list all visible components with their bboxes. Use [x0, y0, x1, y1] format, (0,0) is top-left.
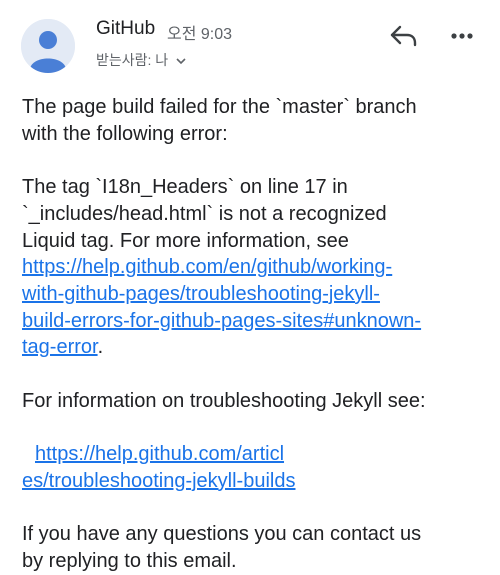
troubleshooting-link[interactable]: es/troubleshooting-jekyll-builds	[22, 470, 295, 492]
more-horizontal-icon	[451, 33, 473, 39]
error-docs-link[interactable]: build-errors-for-github-pages-sites#unkn…	[22, 310, 421, 332]
body-line: The page build failed for the `master` b…	[22, 96, 417, 118]
recipient-toggle[interactable]: 받는사람: 나	[96, 50, 186, 70]
sender-name[interactable]: GitHub	[96, 18, 155, 40]
body-line: with the following error:	[22, 122, 228, 145]
email-header: GitHub 오전 9:03 받는사람: 나	[0, 0, 500, 80]
person-avatar-icon	[21, 19, 75, 73]
reply-arrow-icon	[390, 25, 417, 47]
body-line: For information on troubleshooting Jekyl…	[22, 389, 426, 412]
body-line: If you have any questions you can contac…	[22, 523, 422, 546]
recipient-label: 받는사람: 나	[96, 52, 169, 68]
email-time: 오전 9:03	[167, 26, 233, 43]
error-docs-link[interactable]: tag-error	[22, 336, 98, 358]
body-line: Liquid tag. For more information, see	[22, 229, 349, 252]
chevron-down-icon	[176, 58, 186, 65]
reply-button[interactable]	[388, 22, 420, 50]
more-options-button[interactable]	[447, 24, 479, 48]
error-docs-link[interactable]: with-github-pages/troubleshooting-jekyll…	[22, 283, 380, 305]
period: .	[97, 336, 104, 359]
body-line: `_includes/head.html` is not a recognize…	[22, 202, 387, 225]
body-line: The tag `I18n_Headers` on line 17 in	[22, 176, 348, 199]
troubleshooting-link[interactable]: https://help.github.com/articl	[35, 443, 284, 465]
email-body: The page build failed for the `master` b…	[22, 94, 484, 575]
body-line: by replying to this email.	[22, 549, 237, 572]
error-docs-link[interactable]: https://help.github.com/en/github/workin…	[22, 256, 392, 278]
sender-avatar[interactable]	[21, 19, 75, 73]
